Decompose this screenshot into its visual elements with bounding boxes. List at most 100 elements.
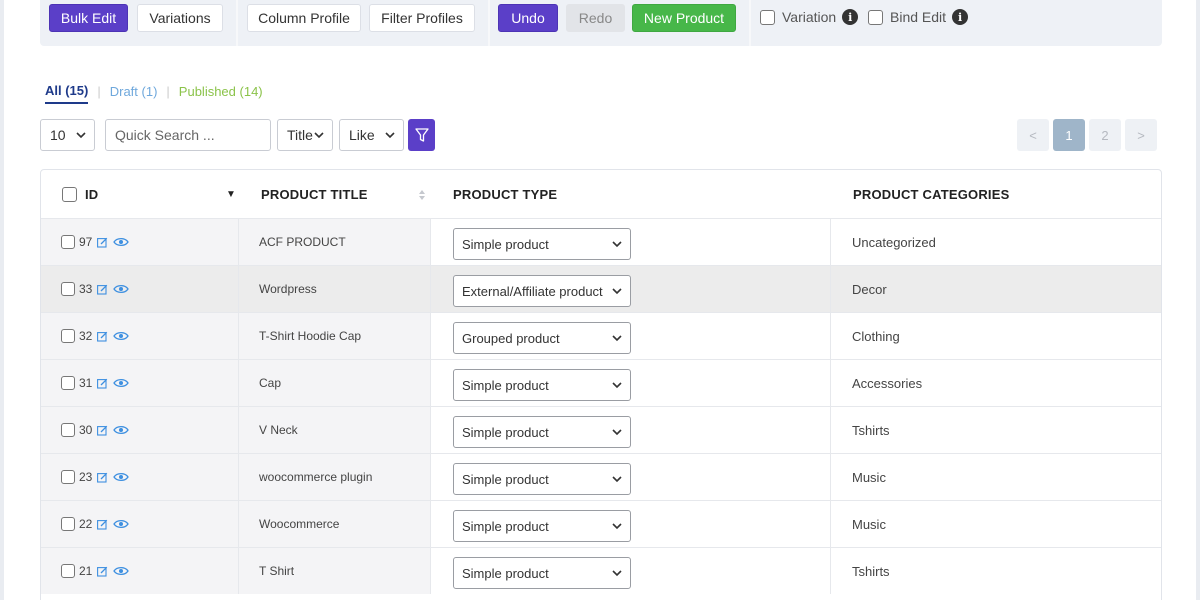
eye-icon[interactable] bbox=[113, 331, 130, 341]
cell-type: Simple product bbox=[431, 454, 831, 500]
edit-icon[interactable] bbox=[97, 566, 108, 577]
product-type-select[interactable]: Simple product bbox=[453, 510, 631, 542]
per-page-select[interactable]: 10 bbox=[40, 119, 95, 151]
cell-category[interactable]: Tshirts bbox=[831, 407, 1161, 453]
row-checkbox[interactable] bbox=[61, 517, 75, 531]
eye-icon[interactable] bbox=[113, 425, 130, 435]
column-title-header[interactable]: PRODUCT TITLE bbox=[261, 187, 368, 202]
eye-icon[interactable] bbox=[113, 566, 130, 576]
cell-type: Simple product bbox=[431, 501, 831, 547]
cell-category[interactable]: Music bbox=[831, 501, 1161, 547]
row-checkbox[interactable] bbox=[61, 282, 75, 296]
tab-published[interactable]: Published (14) bbox=[179, 84, 263, 103]
row-checkbox[interactable] bbox=[61, 329, 75, 343]
sort-icon[interactable] bbox=[418, 189, 426, 201]
cell-title[interactable]: Cap bbox=[239, 360, 431, 406]
cell-category[interactable]: Accessories bbox=[831, 360, 1161, 406]
bind-edit-label: Bind Edit bbox=[890, 9, 947, 25]
product-id: 30 bbox=[79, 423, 93, 437]
row-checkbox[interactable] bbox=[61, 376, 75, 390]
table-row[interactable]: 23 woocommerce plugin Simple product Music bbox=[41, 453, 1161, 500]
edit-icon[interactable] bbox=[97, 519, 108, 530]
column-type-header[interactable]: PRODUCT TYPE bbox=[453, 187, 557, 202]
tab-all[interactable]: All (15) bbox=[45, 83, 89, 104]
filter-profiles-button[interactable]: Filter Profiles bbox=[369, 4, 475, 32]
product-type-select[interactable]: Simple product bbox=[453, 228, 631, 260]
table-row[interactable]: 21 T Shirt Simple product Tshirts bbox=[41, 547, 1161, 594]
quick-search-input[interactable]: Quick Search ... bbox=[105, 119, 271, 151]
table-row[interactable]: 31 Cap Simple product Accessories bbox=[41, 359, 1161, 406]
info-icon[interactable]: i bbox=[842, 9, 859, 25]
product-type-value: Simple product bbox=[462, 518, 549, 534]
table-row[interactable]: 30 V Neck Simple product Tshirts bbox=[41, 406, 1161, 453]
bind-edit-toggle[interactable]: Bind Edit i bbox=[868, 9, 969, 25]
cell-title[interactable]: Wordpress bbox=[239, 266, 431, 312]
cell-category[interactable]: Tshirts bbox=[831, 548, 1161, 594]
edit-icon[interactable] bbox=[97, 237, 108, 248]
tab-draft[interactable]: Draft (1) bbox=[110, 84, 158, 103]
toolbar: Bulk Edit Variations Column Profile Filt… bbox=[40, 0, 1162, 46]
bulk-edit-button[interactable]: Bulk Edit bbox=[49, 4, 128, 32]
cell-category[interactable]: Music bbox=[831, 454, 1161, 500]
edit-icon[interactable] bbox=[97, 331, 108, 342]
cell-category[interactable]: Uncategorized bbox=[831, 219, 1161, 265]
search-operator-value: Like bbox=[349, 127, 375, 143]
edit-icon[interactable] bbox=[97, 378, 108, 389]
product-type-select[interactable]: Simple product bbox=[453, 416, 631, 448]
edit-icon[interactable] bbox=[97, 472, 108, 483]
product-type-select[interactable]: Simple product bbox=[453, 463, 631, 495]
edit-icon[interactable] bbox=[97, 425, 108, 436]
row-checkbox[interactable] bbox=[61, 235, 75, 249]
cell-title[interactable]: woocommerce plugin bbox=[239, 454, 431, 500]
eye-icon[interactable] bbox=[113, 472, 130, 482]
product-type-select[interactable]: External/Affiliate product bbox=[453, 275, 631, 307]
search-operator-select[interactable]: Like bbox=[339, 119, 404, 151]
eye-icon[interactable] bbox=[113, 284, 130, 294]
row-checkbox[interactable] bbox=[61, 470, 75, 484]
table-row[interactable]: 22 Woocommerce Simple product Music bbox=[41, 500, 1161, 547]
bind-edit-checkbox[interactable] bbox=[868, 9, 883, 25]
cell-category[interactable]: Decor bbox=[831, 266, 1161, 312]
pagination-next[interactable]: > bbox=[1125, 119, 1157, 151]
column-profile-button[interactable]: Column Profile bbox=[247, 4, 361, 32]
redo-button[interactable]: Redo bbox=[566, 4, 625, 32]
variations-button[interactable]: Variations bbox=[137, 4, 223, 32]
table-row[interactable]: 32 T-Shirt Hoodie Cap Grouped product Cloth… bbox=[41, 312, 1161, 359]
row-checkbox[interactable] bbox=[61, 564, 75, 578]
edit-icon[interactable] bbox=[97, 284, 108, 295]
product-type-value: Simple product bbox=[462, 236, 549, 252]
eye-icon[interactable] bbox=[113, 237, 130, 247]
variation-toggle[interactable]: Variation i bbox=[760, 9, 859, 25]
table-row[interactable]: 33 Wordpress External/Affiliate product Dec… bbox=[41, 265, 1161, 312]
product-type-value: External/Affiliate product bbox=[462, 283, 603, 299]
variation-label: Variation bbox=[782, 9, 837, 25]
product-type-select[interactable]: Simple product bbox=[453, 557, 631, 589]
pagination-page[interactable]: 2 bbox=[1089, 119, 1121, 151]
cell-title[interactable]: T-Shirt Hoodie Cap bbox=[239, 313, 431, 359]
info-icon[interactable]: i bbox=[952, 9, 969, 25]
variation-checkbox[interactable] bbox=[760, 9, 775, 25]
cell-title[interactable]: ACF PRODUCT bbox=[239, 219, 431, 265]
search-field-select[interactable]: Title bbox=[277, 119, 333, 151]
product-type-value: Simple product bbox=[462, 565, 549, 581]
eye-icon[interactable] bbox=[113, 378, 130, 388]
row-checkbox[interactable] bbox=[61, 423, 75, 437]
chevron-down-icon bbox=[612, 241, 622, 248]
cell-title[interactable]: V Neck bbox=[239, 407, 431, 453]
cell-title[interactable]: Woocommerce bbox=[239, 501, 431, 547]
pagination-prev[interactable]: < bbox=[1017, 119, 1049, 151]
select-all-checkbox[interactable] bbox=[62, 187, 77, 202]
undo-button[interactable]: Undo bbox=[498, 4, 558, 32]
cell-category[interactable]: Clothing bbox=[831, 313, 1161, 359]
table-row[interactable]: 97 ACF PRODUCT Simple product Uncategorized bbox=[41, 218, 1161, 265]
filter-button[interactable] bbox=[408, 119, 435, 151]
column-id-header[interactable]: ID bbox=[85, 187, 98, 202]
product-type-select[interactable]: Grouped product bbox=[453, 322, 631, 354]
column-categories-header[interactable]: PRODUCT CATEGORIES bbox=[853, 187, 1009, 202]
new-product-button[interactable]: New Product bbox=[632, 4, 736, 32]
product-type-select[interactable]: Simple product bbox=[453, 369, 631, 401]
sort-desc-icon[interactable]: ▼ bbox=[226, 189, 236, 200]
eye-icon[interactable] bbox=[113, 519, 130, 529]
pagination-page[interactable]: 1 bbox=[1053, 119, 1085, 151]
cell-title[interactable]: T Shirt bbox=[239, 548, 431, 594]
